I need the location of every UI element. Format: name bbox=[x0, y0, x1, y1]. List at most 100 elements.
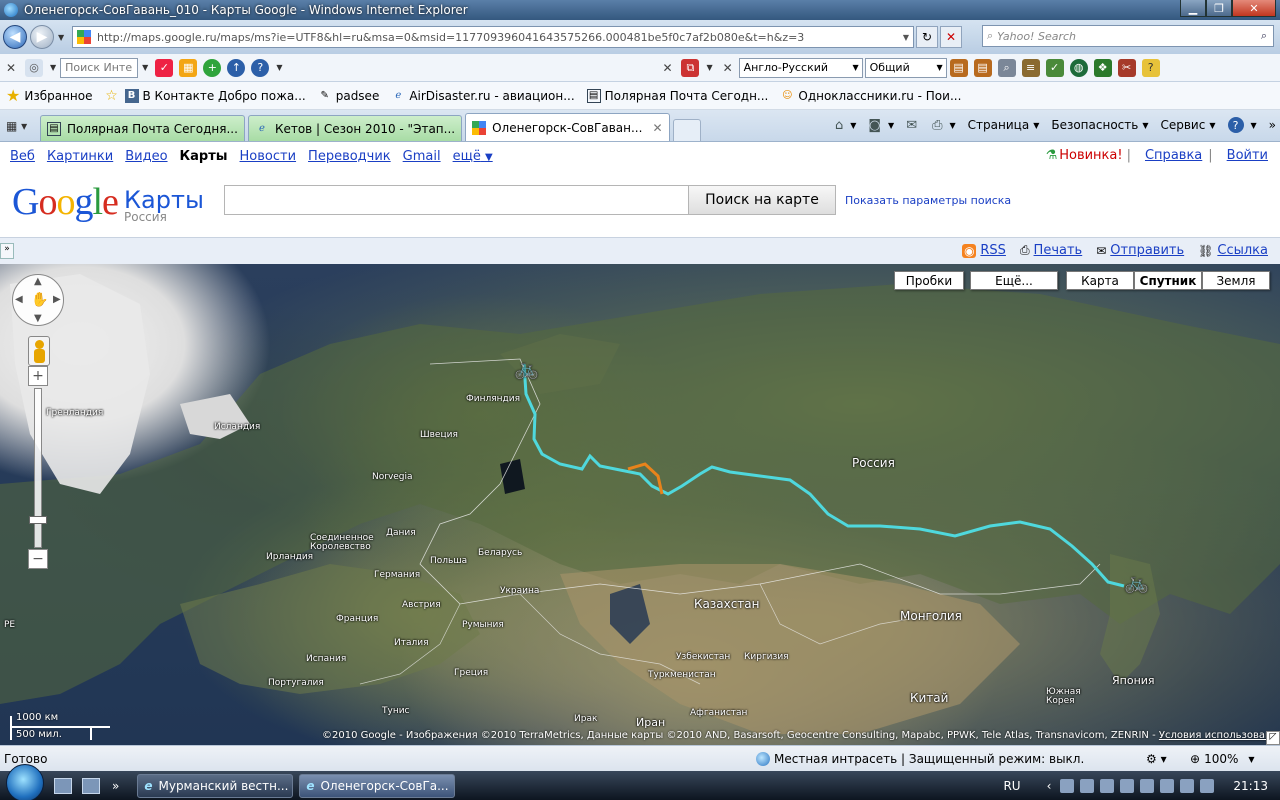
feeds-button[interactable]: ◙ ▼ bbox=[868, 118, 894, 133]
terms-link[interactable]: Условия использования bbox=[1159, 730, 1280, 741]
find-icon[interactable]: ⌕ bbox=[997, 58, 1016, 77]
close-tab-icon[interactable]: ✕ bbox=[652, 121, 662, 135]
zoom-slider-track[interactable] bbox=[34, 388, 42, 548]
search-go-icon[interactable]: ⌕ bbox=[1261, 29, 1267, 43]
url-dropdown-icon[interactable]: ▼ bbox=[903, 33, 909, 42]
page-menu[interactable]: Страница ▼ bbox=[968, 118, 1040, 132]
translate-direction-select[interactable]: Англо-Русский bbox=[738, 57, 863, 78]
tray-icon-3[interactable] bbox=[1100, 778, 1115, 793]
translate-app-icon[interactable]: ⧉ bbox=[681, 58, 700, 77]
nav-gmail[interactable]: Gmail bbox=[403, 149, 441, 164]
map-search-input[interactable] bbox=[224, 185, 690, 215]
taskbar-murmansk[interactable]: e Мурманский вестн... bbox=[137, 773, 294, 798]
tab-polar-post[interactable]: ▤ Полярная Почта Сегодня... bbox=[40, 115, 245, 141]
toolbar-widgets-icon[interactable]: ▦ bbox=[179, 58, 198, 77]
nav-more[interactable]: ещё ▼ bbox=[453, 149, 493, 164]
fav-airdisaster[interactable]: ℯ AirDisaster.ru - авиацион... bbox=[391, 89, 574, 103]
language-indicator[interactable]: RU bbox=[1003, 779, 1020, 793]
tray-icon-2[interactable] bbox=[1080, 778, 1095, 793]
map-canvas[interactable]: 🚲 🚲 Гренландия Исландия Финляндия Швеция… bbox=[0, 264, 1280, 745]
tools-icon[interactable]: ✂ bbox=[1117, 58, 1136, 77]
quicklaunch-desktop-icon[interactable] bbox=[54, 777, 72, 794]
start-bike-marker-icon[interactable]: 🚲 bbox=[514, 356, 539, 380]
fav-polar-post[interactable]: ▤ Полярная Почта Сегодн... bbox=[586, 88, 768, 103]
taskbar-olenegorsk[interactable]: e Оленегорск-СовГа... bbox=[299, 773, 456, 798]
fav-odnoklassniki[interactable]: ☺ Одноклассники.ru - Пои... bbox=[780, 89, 961, 103]
safety-menu[interactable]: Безопасность ▼ bbox=[1051, 118, 1148, 132]
tab-ketov[interactable]: ℯ Кетов | Сезон 2010 - "Этап... bbox=[247, 115, 463, 141]
search-options-link[interactable]: Показать параметры поиска bbox=[845, 194, 1011, 207]
nav-news[interactable]: Новости bbox=[240, 149, 297, 164]
start-button[interactable] bbox=[6, 763, 44, 800]
zoom-in-button[interactable]: + bbox=[28, 366, 48, 386]
minimize-button[interactable]: ▁ bbox=[1180, 0, 1206, 17]
more-layers-button[interactable]: Ещё... bbox=[970, 271, 1058, 290]
toolbar-dropdown-icon[interactable]: ▼ bbox=[50, 63, 56, 72]
nav-translate[interactable]: Переводчик bbox=[308, 149, 391, 164]
pan-control[interactable]: ▲ ◀ ▶ ▼ ✋ bbox=[12, 274, 64, 326]
rss-link[interactable]: ◉ RSS bbox=[962, 243, 1006, 258]
favorites-button[interactable]: Избранное bbox=[24, 89, 92, 103]
nav-web[interactable]: Веб bbox=[10, 149, 35, 164]
tools-menu[interactable]: Сервис ▼ bbox=[1160, 118, 1215, 132]
tray-icon-6[interactable] bbox=[1160, 778, 1175, 793]
map-type-map-button[interactable]: Карта bbox=[1066, 271, 1134, 290]
tray-icon-4[interactable] bbox=[1120, 778, 1135, 793]
map-type-satellite-button[interactable]: Спутник bbox=[1134, 271, 1202, 290]
link-link[interactable]: ⛓ Ссылка bbox=[1198, 243, 1268, 258]
web-search-input[interactable]: ⌕ Yahoo! Search ⌕ bbox=[982, 25, 1274, 47]
tray-icon-5[interactable] bbox=[1140, 778, 1155, 793]
tray-icon-8[interactable] bbox=[1200, 778, 1215, 793]
close-translate-icon[interactable]: ✕ bbox=[717, 61, 739, 75]
forward-button[interactable]: ▶ bbox=[30, 25, 54, 49]
favorites-star-icon[interactable]: ★ bbox=[6, 86, 20, 105]
protected-mode-icon[interactable]: ⚙ ▾ bbox=[1146, 752, 1167, 766]
map-type-earth-button[interactable]: Земля bbox=[1202, 271, 1270, 290]
fav-vkontakte[interactable]: BВ Контакте Добро пожа... bbox=[124, 88, 306, 103]
clock[interactable]: 21:13 bbox=[1233, 779, 1268, 793]
google-logo[interactable]: Google bbox=[12, 180, 119, 224]
traffic-button[interactable]: Пробки bbox=[894, 271, 964, 290]
nav-images[interactable]: Картинки bbox=[47, 149, 113, 164]
send-link[interactable]: ✉ Отправить bbox=[1096, 243, 1184, 258]
quicklaunch-window-icon[interactable] bbox=[82, 777, 100, 794]
translate-mode-select[interactable]: Общий bbox=[864, 57, 947, 78]
nav-video[interactable]: Видео bbox=[125, 149, 167, 164]
help-book-icon[interactable]: ? bbox=[1141, 58, 1160, 77]
close-toolbar2-icon[interactable]: ✕ bbox=[656, 61, 678, 75]
translate-dropdown-icon[interactable]: ▼ bbox=[706, 63, 712, 72]
toolbar-checkmark-icon[interactable]: ✓ bbox=[155, 58, 174, 77]
zoom-level-button[interactable]: ⊕ 100% ▼ bbox=[1190, 752, 1255, 766]
close-toolbar-icon[interactable]: ✕ bbox=[0, 61, 22, 75]
refresh-button[interactable]: ↻ bbox=[916, 26, 938, 48]
help-link[interactable]: Справка bbox=[1145, 148, 1202, 163]
fav-padsee[interactable]: ✎ padsee bbox=[318, 89, 380, 103]
tray-icon-7[interactable] bbox=[1180, 778, 1195, 793]
tray-icon-1[interactable] bbox=[1060, 778, 1075, 793]
history-dropdown[interactable]: ▼ bbox=[58, 33, 68, 42]
pan-left-icon[interactable]: ◀ bbox=[15, 294, 23, 305]
toolbar-logo-icon[interactable]: ◎ bbox=[25, 58, 43, 77]
pan-right-icon[interactable]: ▶ bbox=[53, 294, 61, 305]
close-window-button[interactable]: ✕ bbox=[1232, 0, 1276, 17]
quicklaunch-more-icon[interactable]: » bbox=[112, 779, 119, 793]
toolbar-help-icon[interactable]: ? bbox=[251, 58, 270, 77]
maximize-button[interactable]: ❐ bbox=[1206, 0, 1232, 17]
mail-button[interactable]: ✉ bbox=[906, 118, 920, 133]
add-favorite-icon[interactable]: ☆ bbox=[105, 88, 123, 104]
toolbar-up-icon[interactable]: ↑ bbox=[227, 58, 246, 77]
check-icon[interactable]: ✓ bbox=[1045, 58, 1064, 77]
map-corner-toggle[interactable]: ◸ bbox=[1266, 731, 1280, 745]
tray-expand-icon[interactable]: ‹ bbox=[1047, 779, 1052, 793]
home-button[interactable]: ⌂ ▼ bbox=[835, 118, 856, 133]
toolbar-search-dropdown-icon[interactable]: ▼ bbox=[142, 63, 148, 72]
toolbar-search-input[interactable]: Поиск Инте bbox=[60, 57, 139, 78]
end-bike-marker-icon[interactable]: 🚲 bbox=[1124, 570, 1149, 594]
street-view-pegman-icon[interactable] bbox=[28, 336, 50, 366]
address-bar[interactable]: http://maps.google.ru/maps/ms?ie=UTF8&hl… bbox=[72, 26, 914, 48]
dict2-icon[interactable]: ▤ bbox=[973, 58, 992, 77]
book-icon[interactable]: ❖ bbox=[1093, 58, 1112, 77]
new-features-link[interactable]: Новинка! bbox=[1059, 148, 1122, 163]
dict-icon[interactable]: ▤ bbox=[949, 58, 968, 77]
quick-tabs-icon[interactable]: ▦ ▾ bbox=[6, 114, 36, 138]
